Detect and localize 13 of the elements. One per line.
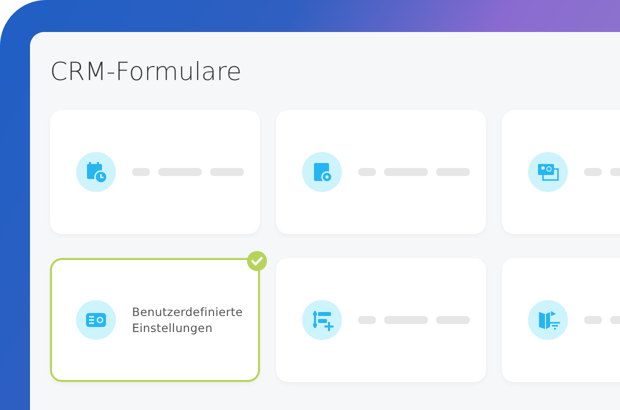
page-title: CRM-Formulare xyxy=(50,56,243,88)
form-card[interactable] xyxy=(276,110,486,234)
map-filter-icon xyxy=(528,300,568,340)
card-label: Benutzerdefinierte Einstellungen xyxy=(132,304,243,336)
form-card[interactable] xyxy=(276,258,486,382)
calendar-clock-icon xyxy=(76,152,116,192)
settings-card-icon xyxy=(76,300,116,340)
contact-card-icon xyxy=(528,152,568,192)
check-badge-icon xyxy=(247,251,267,271)
form-gear-icon xyxy=(302,152,342,192)
form-card[interactable]: Benutzerdefinierte Einstellungen xyxy=(50,258,260,382)
form-card[interactable] xyxy=(50,110,260,234)
list-add-icon xyxy=(302,300,342,340)
